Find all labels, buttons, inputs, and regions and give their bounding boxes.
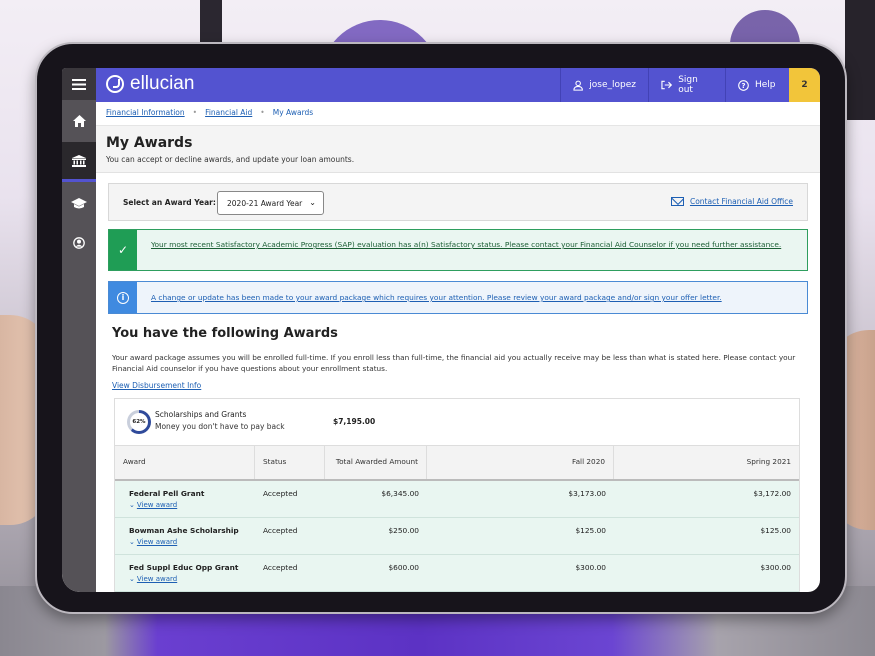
bank-icon	[72, 154, 86, 167]
help-icon: ?	[738, 79, 749, 91]
username: jose_lopez	[589, 80, 636, 90]
top-header: ellucian jose_lopez Sign out ? Help 2	[96, 68, 820, 102]
checkmark-icon: ✓	[109, 230, 137, 270]
user-menu-button[interactable]: jose_lopez	[560, 68, 648, 102]
award-year-label: Select an Award Year:	[123, 198, 216, 207]
view-award-link[interactable]: ⌄ View award	[129, 501, 247, 509]
category-title: Scholarships and Grants	[155, 410, 247, 419]
page-title: My Awards	[106, 135, 193, 151]
ellucian-logo-icon	[106, 75, 124, 93]
awards-table: Award Status Total Awarded Amount Fall 2…	[115, 445, 799, 592]
side-rail	[62, 68, 96, 592]
award-fall: $125.00	[575, 526, 606, 535]
award-status: Accepted	[263, 489, 298, 498]
breadcrumb-separator: •	[192, 108, 198, 117]
table-row: Fed Suppl Educ Opp Grant ⌄ View award Acc…	[115, 555, 799, 592]
view-disbursement-link[interactable]: View Disbursement Info	[112, 381, 201, 390]
ellucian-logo[interactable]: ellucian	[106, 73, 194, 95]
table-row: Bowman Ashe Scholarship ⌄ View award Acce…	[115, 518, 799, 555]
home-icon	[72, 115, 86, 127]
sign-out-button[interactable]: Sign out	[648, 68, 725, 102]
notification-badge[interactable]: 2	[789, 68, 820, 102]
award-status: Accepted	[263, 563, 298, 572]
column-header-fall: Fall 2020	[427, 446, 614, 479]
award-spring: $300.00	[760, 563, 791, 572]
envelope-icon	[670, 197, 684, 206]
award-fall: $3,173.00	[568, 489, 606, 498]
awards-heading: You have the following Awards	[112, 326, 338, 341]
chevron-down-icon: ⌄	[129, 501, 135, 509]
award-year-value: 2020-21 Award Year	[227, 198, 303, 208]
breadcrumb-separator: •	[260, 108, 265, 117]
chevron-down-icon: ⌄	[309, 198, 316, 207]
chevron-down-icon: ⌄	[129, 575, 135, 583]
user-icon	[573, 80, 583, 91]
sap-status-alert: ✓ Your most recent Satisfactory Academic…	[108, 229, 808, 271]
awards-description: Your award package assumes you will be e…	[112, 353, 796, 373]
tablet-screen: ellucian jose_lopez Sign out ? Help 2 Fi…	[62, 68, 820, 592]
column-header-award: Award	[115, 446, 255, 479]
award-name: Fed Suppl Educ Opp Grant	[129, 563, 239, 572]
award-name: Bowman Ashe Scholarship	[129, 526, 239, 535]
award-year-bar: Select an Award Year: 2020-21 Award Year…	[108, 183, 808, 221]
rail-item-academics[interactable]	[62, 184, 96, 222]
award-change-link[interactable]: A change or update has been made to your…	[137, 282, 736, 313]
page-header: My Awards You can accept or decline awar…	[96, 125, 820, 173]
background-shadow	[845, 0, 875, 120]
sign-out-label: Sign out	[678, 75, 698, 95]
award-total: $6,345.00	[381, 489, 419, 498]
graduation-cap-icon	[71, 197, 87, 208]
rail-item-financial[interactable]	[62, 142, 96, 182]
contact-financial-aid-link[interactable]: Contact Financial Aid Office	[670, 197, 793, 206]
page-subtitle: You can accept or decline awards, and up…	[106, 155, 355, 164]
breadcrumb: Financial Information • Financial Aid • …	[106, 108, 313, 117]
scholarships-grants-card: 62% Scholarships and Grants Money you do…	[114, 398, 800, 592]
hamburger-icon	[72, 78, 86, 90]
sap-status-link[interactable]: Your most recent Satisfactory Academic P…	[137, 230, 795, 270]
award-status: Accepted	[263, 526, 298, 535]
category-total: $7,195.00	[333, 417, 376, 426]
svg-text:?: ?	[741, 82, 745, 90]
sign-out-icon	[661, 80, 673, 90]
column-header-total: Total Awarded Amount	[325, 446, 427, 479]
rail-item-profile[interactable]	[62, 224, 96, 262]
award-spring: $3,172.00	[753, 489, 791, 498]
award-change-alert: i A change or update has been made to yo…	[108, 281, 808, 314]
percent-ring: 62%	[127, 410, 151, 434]
view-award-link[interactable]: ⌄ View award	[129, 575, 247, 583]
chevron-down-icon: ⌄	[129, 538, 135, 546]
view-award-link[interactable]: ⌄ View award	[129, 538, 247, 546]
breadcrumb-financial-aid[interactable]: Financial Aid	[205, 108, 252, 117]
table-header: Award Status Total Awarded Amount Fall 2…	[115, 445, 799, 481]
percent-label: 62%	[130, 413, 148, 431]
award-fall: $300.00	[575, 563, 606, 572]
award-year-select[interactable]: 2020-21 Award Year ⌄	[217, 191, 324, 215]
award-name: Federal Pell Grant	[129, 489, 205, 498]
person-circle-icon	[73, 237, 85, 249]
info-icon: i	[109, 282, 137, 313]
contact-financial-aid-label: Contact Financial Aid Office	[689, 197, 793, 206]
category-subtitle: Money you don't have to pay back	[155, 422, 285, 431]
brand-name: ellucian	[130, 73, 195, 94]
table-row: Federal Pell Grant ⌄ View award Accepted …	[115, 481, 799, 518]
rail-item-home[interactable]	[62, 102, 96, 140]
breadcrumb-current: My Awards	[272, 108, 314, 117]
column-header-status: Status	[255, 446, 325, 479]
award-spring: $125.00	[760, 526, 791, 535]
column-header-spring: Spring 2021	[746, 457, 791, 466]
help-button[interactable]: ? Help	[725, 68, 789, 102]
award-total: $250.00	[388, 526, 419, 535]
award-total: $600.00	[388, 563, 419, 572]
breadcrumb-financial-information[interactable]: Financial Information	[106, 108, 185, 117]
help-label: Help	[755, 80, 776, 90]
menu-button[interactable]	[62, 68, 96, 100]
